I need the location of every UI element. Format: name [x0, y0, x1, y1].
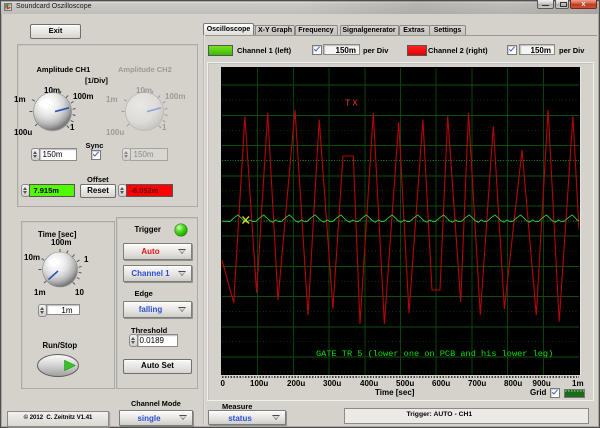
svg-text:GATE TR 5 (lower one on PCB an: GATE TR 5 (lower one on PCB and his lowe…	[316, 349, 553, 359]
svg-text:TX: TX	[345, 99, 360, 109]
